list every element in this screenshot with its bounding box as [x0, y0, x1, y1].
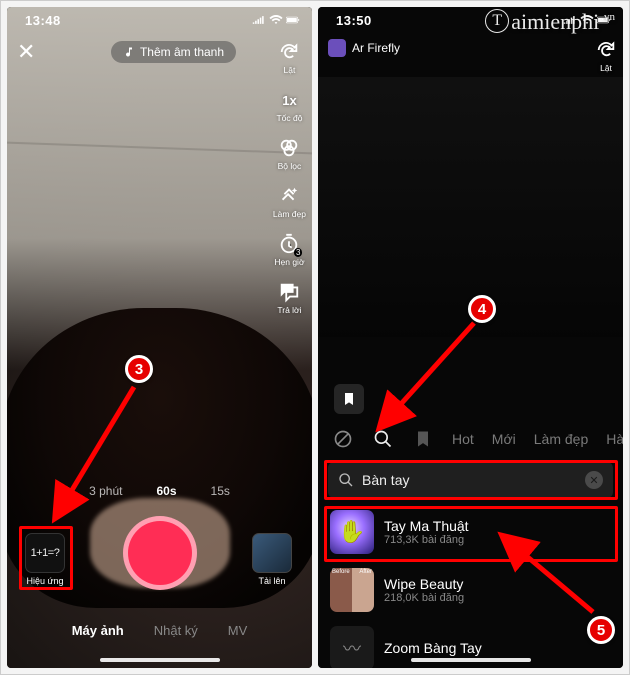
result-name: Wipe Beauty [384, 576, 464, 592]
clear-search-icon[interactable]: ✕ [585, 471, 603, 489]
saved-icon[interactable] [412, 428, 434, 450]
cat-beauty[interactable]: Làm đẹp [534, 431, 588, 447]
beauty-icon [278, 185, 300, 207]
result-thumb [330, 568, 374, 612]
none-icon[interactable] [332, 428, 354, 450]
status-bar: 13:48 [7, 7, 312, 31]
effect-creator[interactable]: Ar Firefly [318, 31, 623, 65]
creator-avatar [328, 39, 346, 57]
status-time: 13:48 [25, 13, 61, 28]
status-indicators [563, 14, 611, 26]
flip-icon [278, 41, 300, 63]
speed-icon: 1x [278, 89, 300, 111]
result-wipe-beauty[interactable]: Wipe Beauty 218,0K bài đăng [328, 564, 613, 616]
status-bar: 13:50 [318, 7, 623, 31]
tab-camera[interactable]: Máy ảnh [72, 623, 124, 638]
add-sound-button[interactable]: Thêm âm thanh [111, 41, 236, 63]
search-results: Tay Ma Thuật 713,3K bài đăng Wipe Beauty… [318, 502, 623, 668]
result-name: Zoom Bàng Tay [384, 640, 482, 656]
tab-mv[interactable]: MV [228, 623, 248, 638]
record-button[interactable] [123, 516, 197, 590]
cat-hot[interactable]: Hot [452, 431, 474, 447]
duration-15s[interactable]: 15s [211, 484, 230, 498]
reply-tool[interactable]: Trả lời [277, 281, 301, 315]
flip-tool[interactable]: Lật [278, 41, 300, 75]
creator-name: Ar Firefly [352, 41, 400, 55]
side-toolbar: Lật [595, 39, 617, 73]
duration-selector: 3 phút 60s 15s [7, 484, 312, 498]
status-time: 13:50 [336, 13, 372, 28]
bookmark-icon [341, 391, 357, 407]
upload-thumb [252, 533, 292, 573]
duration-60s[interactable]: 60s [156, 484, 176, 498]
mode-tabs: Máy ảnh Nhật ký MV [7, 623, 312, 638]
filter-icon [278, 137, 300, 159]
result-sub: 218,0K bài đăng [384, 592, 464, 604]
side-toolbar: Lật 1x Tốc độ Bộ lọc Làm đẹp 3 Hẹn giờ T… [273, 41, 306, 315]
effects-thumb: 1+1=? [25, 533, 65, 573]
left-screenshot: 13:48 ✕ Thêm âm thanh Lật 1x Tốc độ Bộ l… [7, 7, 312, 668]
result-tay-ma-thuat[interactable]: Tay Ma Thuật 713,3K bài đăng [328, 506, 613, 558]
flip-tool[interactable]: Lật [595, 39, 617, 73]
flip-icon [595, 39, 617, 61]
result-thumb [330, 510, 374, 554]
timer-icon: 3 [278, 233, 300, 255]
close-icon[interactable]: ✕ [17, 39, 45, 65]
music-note-icon [123, 46, 135, 58]
effects-button[interactable]: 1+1=? Hiệu ứng [25, 533, 65, 586]
effect-categories: Hot Mới Làm đẹp Hài h [318, 428, 623, 450]
tab-diary[interactable]: Nhật ký [154, 623, 198, 638]
result-name: Tay Ma Thuật [384, 518, 469, 534]
upload-label: Tải lên [258, 576, 285, 586]
search-icon [338, 472, 354, 488]
speed-tool[interactable]: 1x Tốc độ [276, 89, 302, 123]
effects-label: Hiệu ứng [26, 576, 63, 586]
timer-tool[interactable]: 3 Hẹn giờ [274, 233, 304, 267]
right-screenshot: 13:50 Ar Firefly Lật Hot Mới Làm đẹp Hài… [318, 7, 623, 668]
home-indicator [100, 658, 220, 662]
upload-button[interactable]: Tải lên [252, 533, 292, 586]
result-sub: 713,3K bài đăng [384, 534, 469, 546]
status-indicators [252, 14, 300, 26]
cat-new[interactable]: Mới [492, 431, 516, 447]
reply-icon [278, 281, 300, 303]
bookmark-button[interactable] [334, 384, 364, 414]
beauty-tool[interactable]: Làm đẹp [273, 185, 306, 219]
search-icon[interactable] [372, 428, 394, 450]
duration-3min[interactable]: 3 phút [89, 484, 122, 498]
effect-search[interactable]: Bàn tay ✕ [328, 462, 613, 498]
home-indicator [411, 658, 531, 662]
search-value: Bàn tay [362, 472, 409, 488]
filter-tool[interactable]: Bộ lọc [278, 137, 302, 171]
cat-funny[interactable]: Hài h [606, 431, 623, 447]
result-thumb [330, 626, 374, 668]
